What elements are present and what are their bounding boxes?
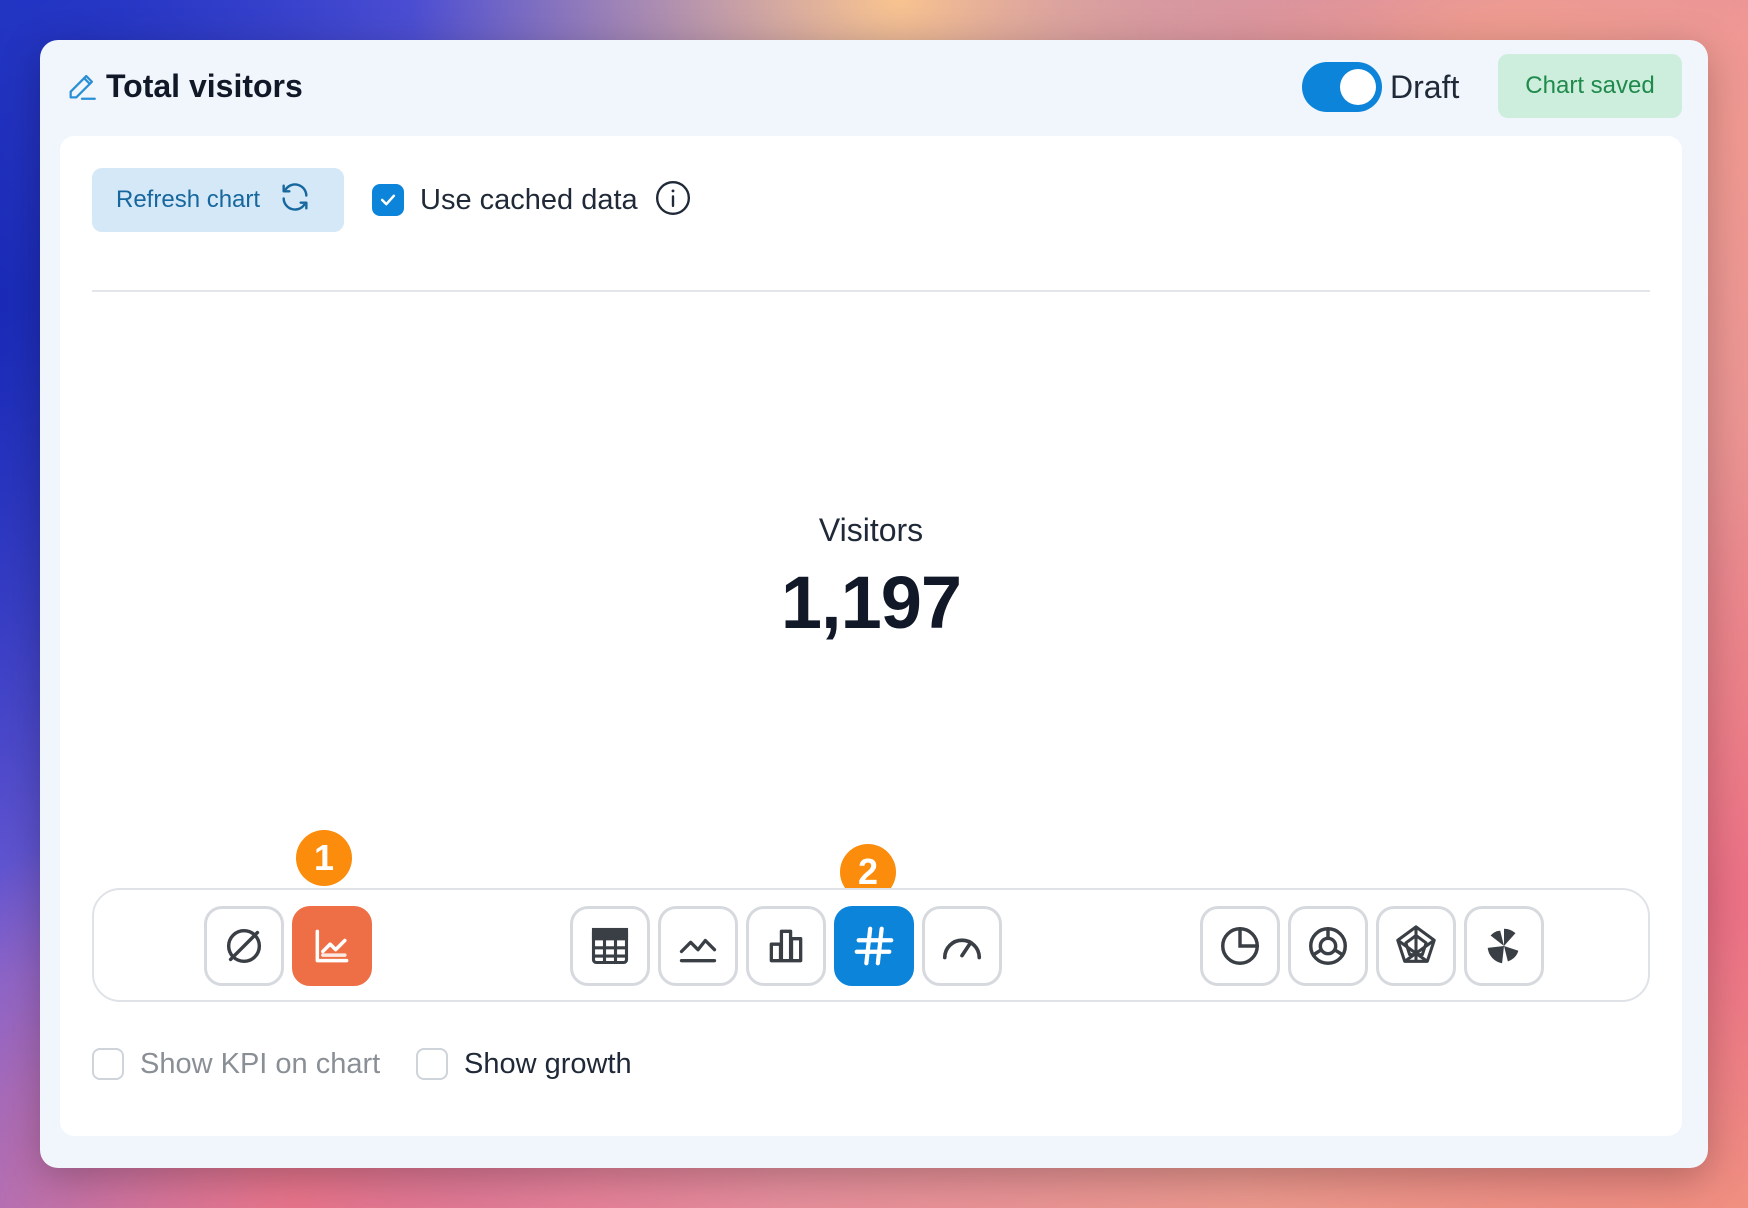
info-icon[interactable] <box>654 179 692 222</box>
line-chart-icon <box>679 938 717 963</box>
gauge-icon <box>942 938 982 960</box>
use-cached-data-option[interactable]: Use cached data <box>372 180 692 220</box>
use-cached-data-checkbox[interactable] <box>372 184 404 216</box>
refresh-icon <box>278 180 312 221</box>
radar-chart-icon <box>1396 925 1436 963</box>
donut-chart-icon <box>1309 927 1347 965</box>
chart-type-number-button[interactable] <box>834 906 914 986</box>
show-growth-checkbox[interactable] <box>416 1048 448 1080</box>
kpi-label: Visitors <box>818 512 924 548</box>
show-kpi-option[interactable]: Show KPI on chart <box>92 1044 380 1084</box>
pie-chart-icon <box>1221 927 1259 965</box>
rose-chart-icon <box>1487 928 1519 964</box>
table-icon <box>591 927 629 965</box>
chart-type-radar-button[interactable] <box>1376 906 1456 986</box>
refresh-chart-label: Refresh chart <box>116 186 261 213</box>
draft-label: Draft <box>1390 68 1460 105</box>
show-kpi-label: Show KPI on chart <box>140 1047 381 1080</box>
refresh-chart-button[interactable]: Refresh chart <box>92 168 344 232</box>
chart-type-donut-button[interactable] <box>1288 906 1368 986</box>
draft-toggle-area[interactable]: Draft <box>1302 62 1459 112</box>
chart-title[interactable]: Total visitors <box>106 68 303 105</box>
bar-chart-icon <box>769 929 803 963</box>
toggle-knob <box>1340 69 1376 105</box>
show-kpi-checkbox[interactable] <box>92 1048 124 1080</box>
slashed-circle-icon <box>226 928 262 964</box>
show-growth-label: Show growth <box>464 1047 632 1080</box>
chart-editor-window: Total visitors Draft Chart saved Refresh… <box>40 40 1708 1168</box>
pencil-icon[interactable] <box>64 68 100 104</box>
show-growth-option[interactable]: Show growth <box>416 1044 632 1084</box>
chart-type-table-button[interactable] <box>570 906 650 986</box>
chart-type-pie-button[interactable] <box>1200 906 1280 986</box>
chart-card: Refresh chart Use cached data Visitors 1… <box>60 136 1682 1136</box>
chart-type-bar-button[interactable] <box>746 906 826 986</box>
chart-type-gauge-button[interactable] <box>922 906 1002 986</box>
hash-icon <box>854 926 894 966</box>
draft-toggle[interactable] <box>1302 62 1382 112</box>
editor-header: Total visitors Draft Chart saved <box>40 40 1708 136</box>
kpi-value: 1,197 <box>780 561 962 644</box>
chart-type-rose-button[interactable] <box>1464 906 1544 986</box>
trend-chart-icon <box>315 929 349 963</box>
chart-type-none-button[interactable] <box>204 906 284 986</box>
use-cached-data-label: Use cached data <box>420 183 638 216</box>
chart-type-trend-button[interactable] <box>292 906 372 986</box>
chart-saved-badge: Chart saved <box>1498 54 1682 118</box>
title-area[interactable]: Total visitors <box>64 66 303 106</box>
chart-type-line-button[interactable] <box>658 906 738 986</box>
step-badge-1: 1 <box>296 830 352 886</box>
divider <box>92 290 1650 292</box>
chart-type-toolbar <box>92 888 1650 1002</box>
